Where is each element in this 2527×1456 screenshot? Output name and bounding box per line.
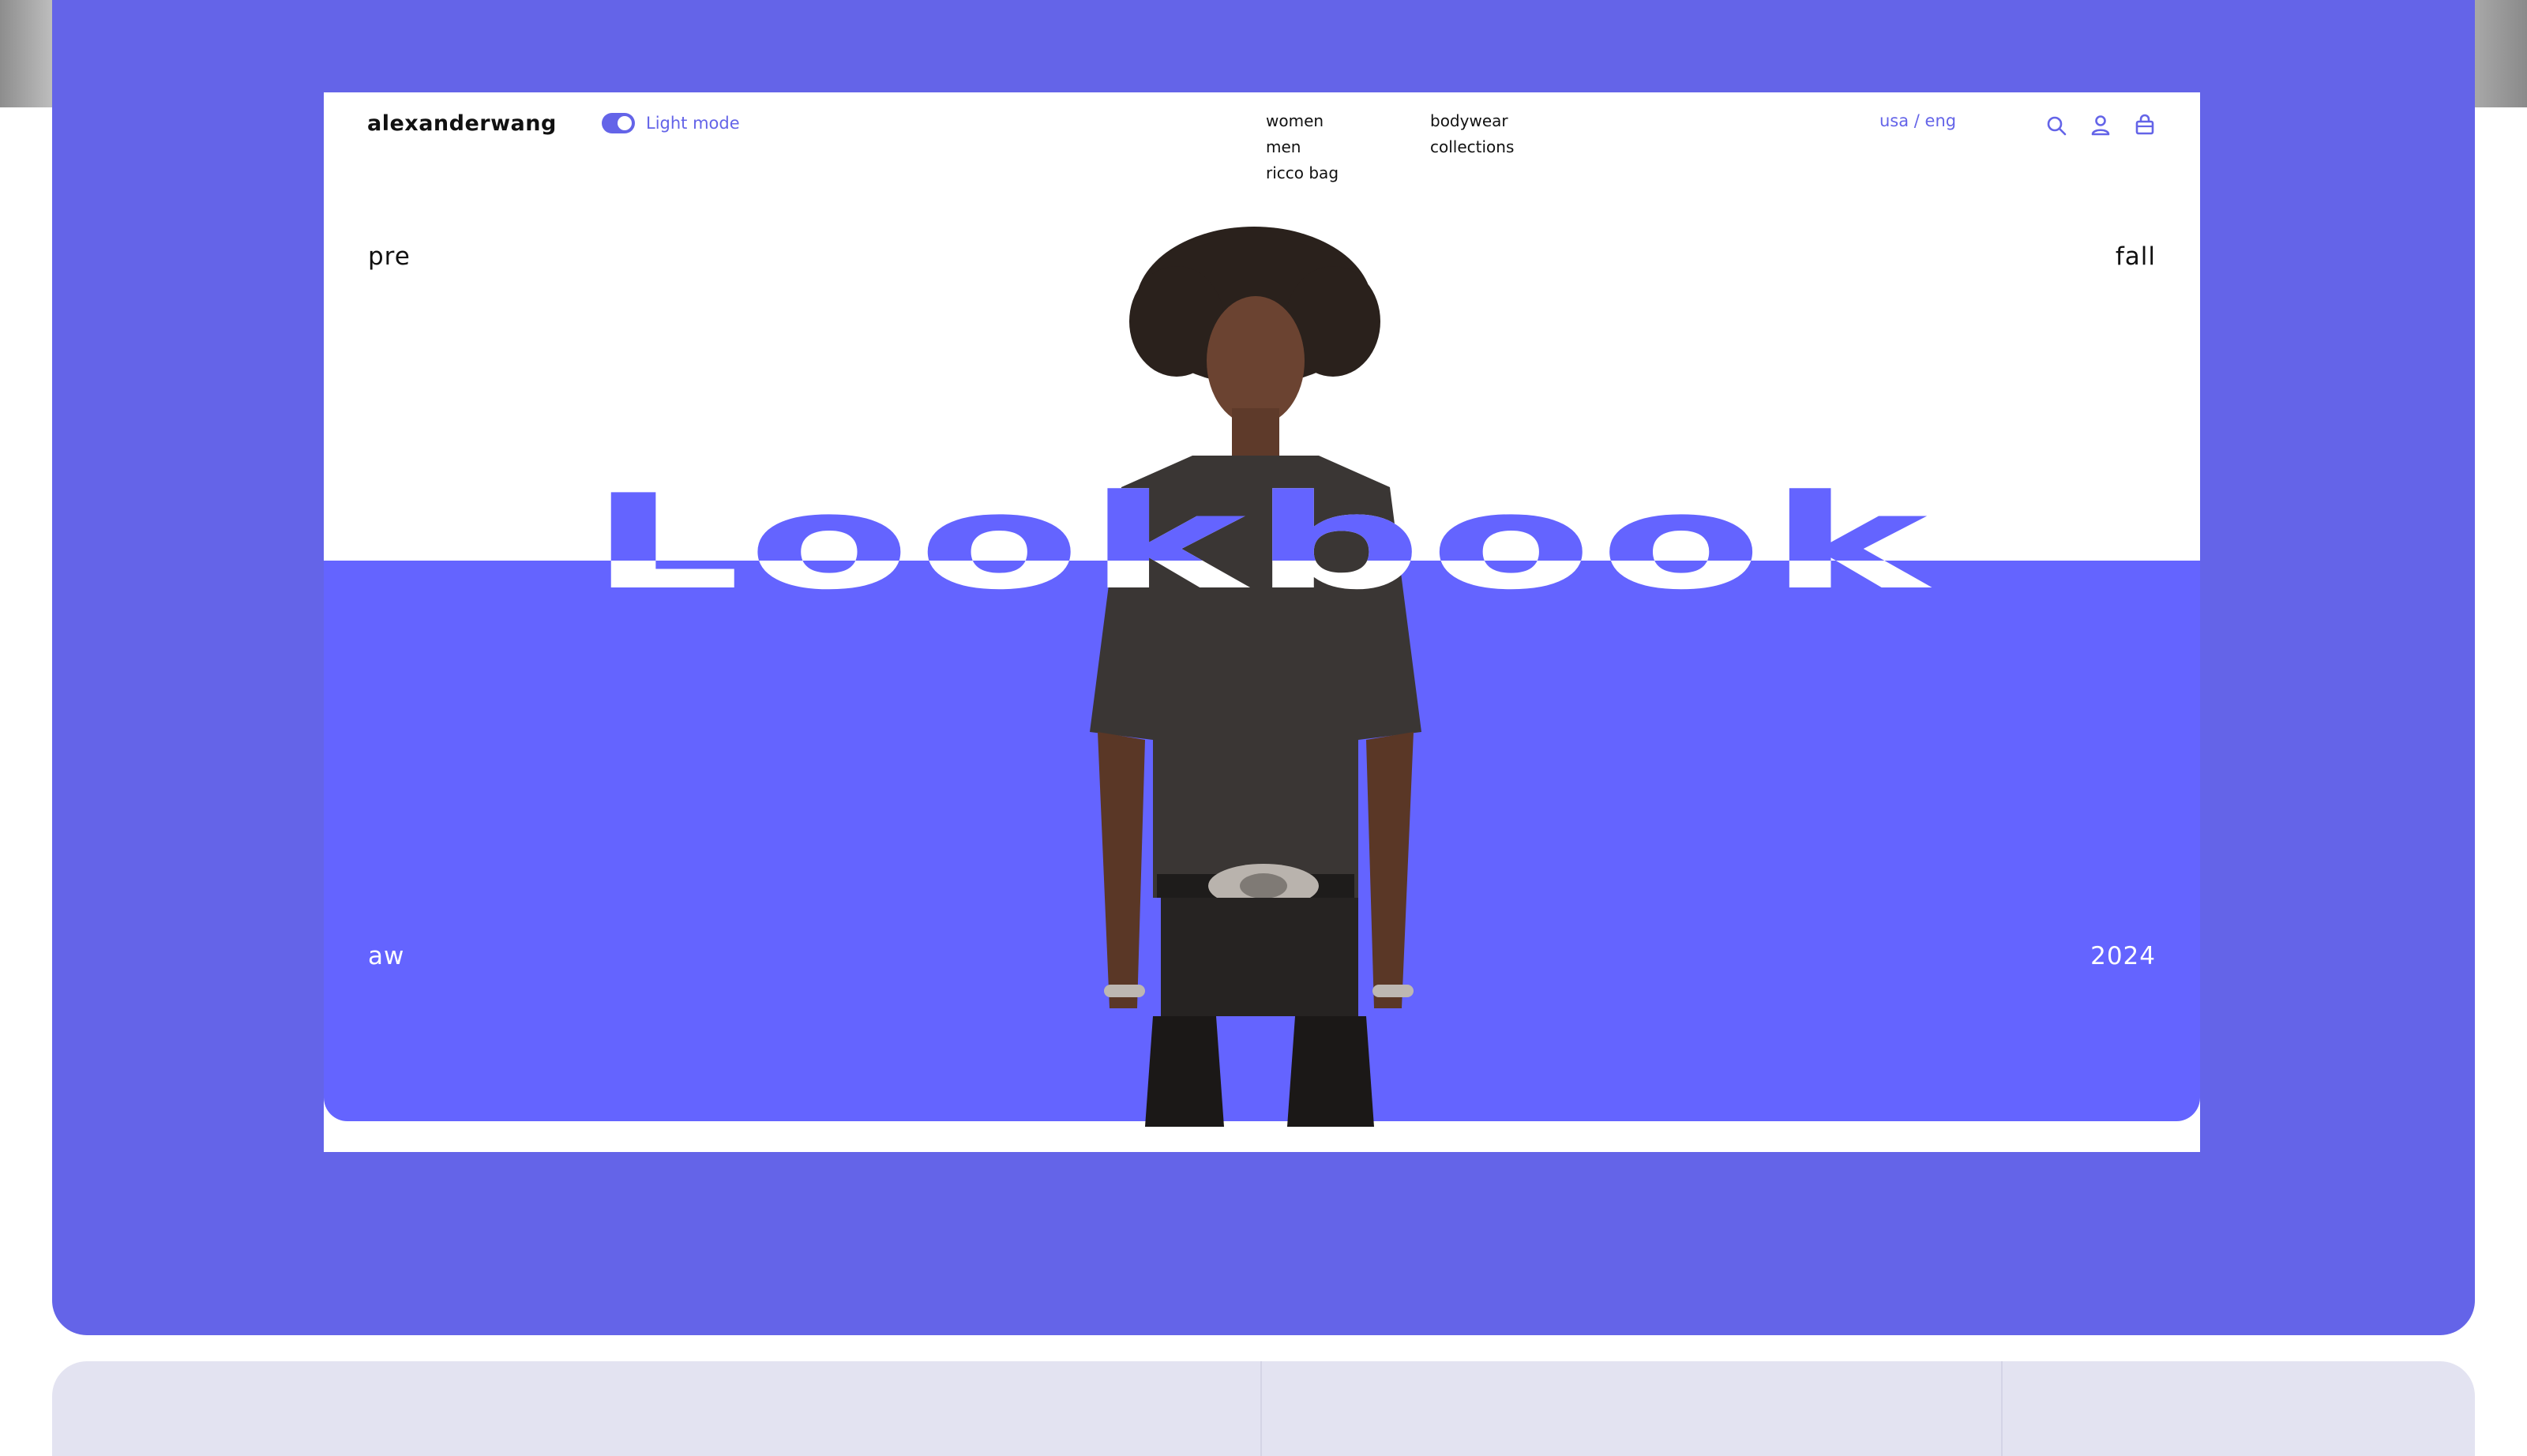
search-icon[interactable] <box>2044 113 2069 138</box>
site-header: alexanderwang Light mode women bodywear … <box>324 92 2200 203</box>
account-icon[interactable] <box>2088 113 2113 138</box>
hero-label-bottom-right: 2024 <box>2090 942 2156 970</box>
hero-label-top-right: fall <box>2115 242 2156 271</box>
theme-toggle-label: Light mode <box>646 114 740 133</box>
model-photo <box>1090 227 1421 1127</box>
hero-title-text-upper: Lookbook <box>589 466 1935 561</box>
theme-toggle[interactable]: Light mode <box>602 113 740 133</box>
brand-logo[interactable]: alexanderwang <box>367 111 557 136</box>
nav-item-collections[interactable]: collections <box>1430 137 1588 157</box>
bag-icon[interactable] <box>2132 113 2157 138</box>
hero-title: Lookbook Lookbook <box>324 456 2200 629</box>
nav-item-bodywear[interactable]: bodywear <box>1430 111 1588 131</box>
locale-selector[interactable]: usa / eng <box>1879 111 1956 130</box>
main-nav: women bodywear men collections ricco bag <box>1266 111 1588 183</box>
website-preview: alexanderwang Light mode women bodywear … <box>324 92 2200 1152</box>
nav-item-men[interactable]: men <box>1266 137 1430 157</box>
toggle-switch[interactable] <box>602 113 635 133</box>
nav-item-women[interactable]: women <box>1266 111 1430 131</box>
hero-label-top-left: pre <box>368 242 411 271</box>
header-actions <box>2044 113 2157 138</box>
hero-title-upper-half: Lookbook <box>324 456 2200 561</box>
toggle-knob <box>618 116 632 130</box>
hero-label-bottom-left: aw <box>368 942 405 970</box>
next-section-card <box>52 1361 2475 1456</box>
nav-item-ricco-bag[interactable]: ricco bag <box>1266 163 1430 183</box>
